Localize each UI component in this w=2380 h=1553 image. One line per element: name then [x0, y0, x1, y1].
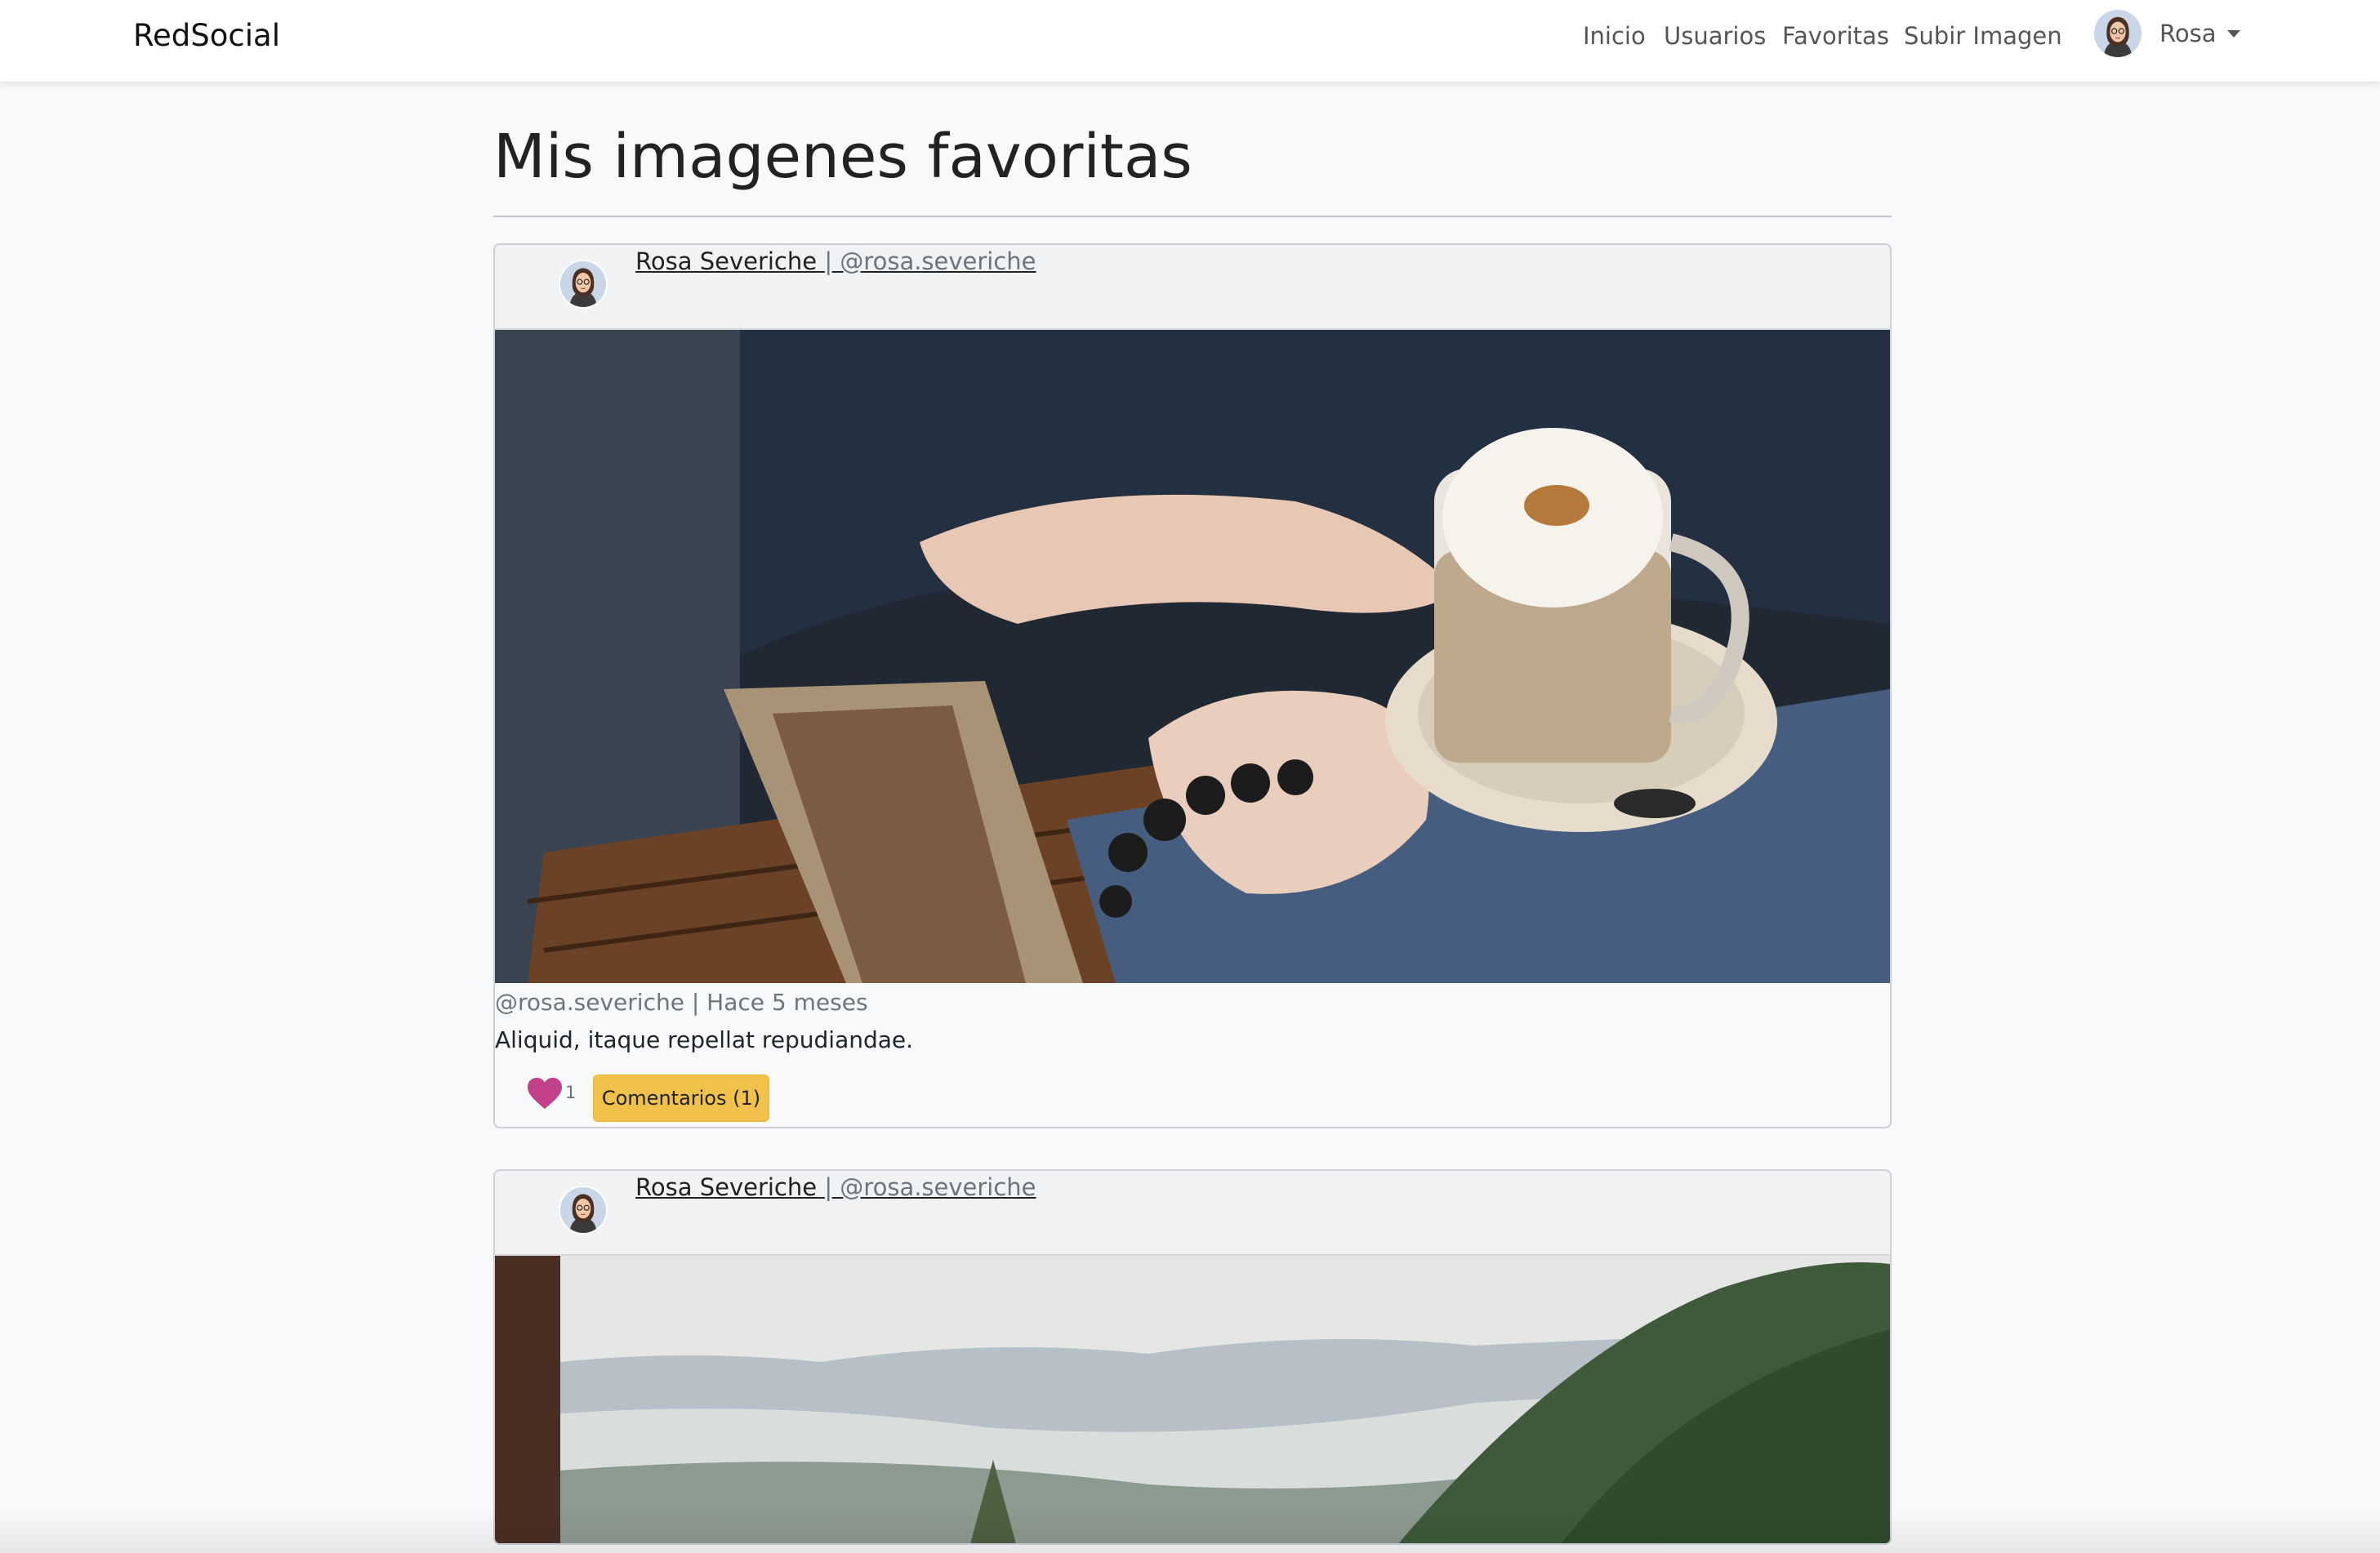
user-name: Rosa [2159, 20, 2217, 47]
author-link[interactable]: Rosa Severiche | @rosa.severiche [635, 245, 1036, 278]
brand-link[interactable]: RedSocial [133, 16, 280, 56]
author-name: Rosa Severiche [635, 1173, 818, 1201]
main-content: Mis imagenes favoritas Rosa Severiche | … [493, 82, 1892, 1545]
comments-button[interactable]: Comentarios (1) [593, 1075, 769, 1122]
page-title: Mis imagenes favoritas [493, 122, 1192, 192]
user-avatar [2094, 10, 2142, 57]
author-nick: | @rosa.severiche [824, 1173, 1036, 1201]
heart-icon[interactable] [526, 1076, 564, 1110]
nav-link-subir-imagen[interactable]: Subir Imagen [1904, 20, 2062, 52]
post-meta: @rosa.severiche | Hace 5 meses [495, 989, 868, 1016]
user-menu-dropdown[interactable]: Rosa [2094, 9, 2241, 58]
post-header: Rosa Severiche | @rosa.severiche [495, 1171, 1890, 1256]
nav-link-inicio[interactable]: Inicio [1583, 20, 1646, 52]
like-count: 1 [565, 1083, 577, 1102]
author-link[interactable]: Rosa Severiche | @rosa.severiche [635, 1171, 1036, 1204]
author-avatar[interactable] [559, 260, 608, 309]
author-avatar[interactable] [559, 1186, 608, 1235]
post-image[interactable] [495, 330, 1890, 983]
navbar: RedSocial Inicio Usuarios Favoritas Subi… [0, 0, 2380, 82]
post-image[interactable] [495, 1256, 1890, 1545]
chevron-down-icon [2227, 29, 2241, 38]
post-description: Aliquid, itaque repellat repudiandae. [495, 1026, 914, 1053]
post-body: @rosa.severiche | Hace 5 meses Aliquid, … [495, 986, 1890, 1127]
author-nick: | @rosa.severiche [824, 247, 1036, 275]
nav-link-usuarios[interactable]: Usuarios [1664, 20, 1766, 52]
post-card: Rosa Severiche | @rosa.severiche [493, 1169, 1892, 1545]
post-card: Rosa Severiche | @rosa.severiche [493, 243, 1892, 1128]
post-actions: 1 Comentarios (1) [495, 1075, 1890, 1124]
post-header: Rosa Severiche | @rosa.severiche [495, 245, 1890, 330]
title-divider [493, 216, 1892, 217]
nav-link-favoritas[interactable]: Favoritas [1782, 20, 1889, 52]
author-name: Rosa Severiche [635, 247, 818, 275]
